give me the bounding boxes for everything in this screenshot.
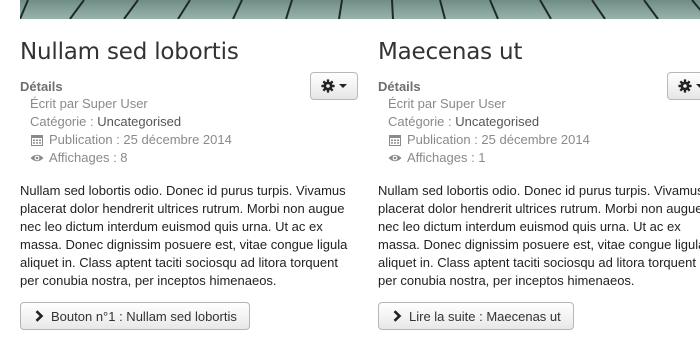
read-more-label: Bouton n°1 : Nullam sed lobortis	[51, 308, 237, 324]
article-settings-button[interactable]	[667, 72, 700, 100]
author-line: Écrit par Super User	[388, 95, 590, 113]
article-card: Nullam sed lobortis Détails Écrit par Su…	[20, 36, 380, 330]
article-intro-text: Nullam sed lobortis odio. Donec id purus…	[20, 183, 348, 288]
category-prefix: Catégorie :	[30, 114, 94, 129]
calendar-icon	[388, 133, 402, 147]
read-more-label: Lire la suite : Maecenas ut	[409, 308, 561, 324]
published-date: Publication : 25 décembre 2014	[49, 132, 232, 147]
chevron-right-icon	[393, 310, 402, 322]
author-text: Écrit par Super User	[30, 96, 148, 111]
category-line: Catégorie : Uncategorised	[30, 113, 232, 131]
article-settings-button[interactable]	[310, 72, 358, 100]
article-title[interactable]: Maecenas ut	[378, 36, 700, 68]
details-label: Détails	[378, 79, 421, 94]
published-line: Publication : 25 décembre 2014	[30, 131, 232, 149]
hits-count: Affichages : 1	[407, 150, 486, 165]
read-more-button[interactable]: Bouton n°1 : Nullam sed lobortis	[20, 302, 250, 330]
author-line: Écrit par Super User	[30, 95, 232, 113]
author-text: Écrit par Super User	[388, 96, 506, 111]
category-link[interactable]: Uncategorised	[455, 113, 539, 131]
eye-icon	[388, 151, 402, 165]
header-image-stripes	[20, 0, 700, 19]
gear-icon	[678, 79, 692, 93]
chevron-right-icon	[35, 310, 44, 322]
gear-icon	[321, 79, 335, 93]
hits-line: Affichages : 1	[388, 149, 590, 167]
category-line: Catégorie : Uncategorised	[388, 113, 590, 131]
category-prefix: Catégorie :	[388, 114, 452, 129]
caret-down-icon	[696, 84, 700, 88]
calendar-icon	[30, 133, 44, 147]
article-info: Écrit par Super User Catégorie : Uncateg…	[30, 95, 232, 167]
category-link[interactable]: Uncategorised	[97, 113, 181, 131]
article-title[interactable]: Nullam sed lobortis	[20, 36, 380, 68]
hits-line: Affichages : 8	[30, 149, 232, 167]
hits-count: Affichages : 8	[49, 150, 128, 165]
published-date: Publication : 25 décembre 2014	[407, 132, 590, 147]
article-card: Maecenas ut Détails Écrit par Super User…	[378, 36, 700, 330]
article-info: Écrit par Super User Catégorie : Uncateg…	[388, 95, 590, 167]
read-more-button[interactable]: Lire la suite : Maecenas ut	[378, 302, 574, 330]
article-header-image	[20, 0, 700, 19]
caret-down-icon	[339, 84, 347, 88]
details-label: Détails	[20, 79, 63, 94]
eye-icon	[30, 151, 44, 165]
article-intro-text: Nullam sed lobortis odio. Donec id purus…	[378, 183, 700, 288]
published-line: Publication : 25 décembre 2014	[388, 131, 590, 149]
